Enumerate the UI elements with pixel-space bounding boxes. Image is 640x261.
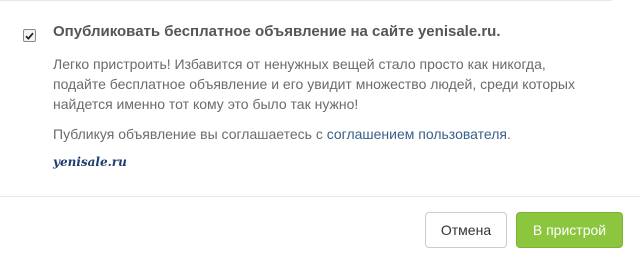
submit-button[interactable]: В пристрой	[516, 212, 623, 248]
publish-heading: Опубликовать бесплатное объявление на са…	[53, 23, 501, 40]
agreement-prefix: Публикуя объявление вы соглашаетесь с	[53, 126, 327, 142]
agreement-text: Публикуя объявление вы соглашаетесь с со…	[53, 124, 593, 144]
publish-checkbox[interactable]	[23, 29, 36, 42]
agreement-suffix: .	[506, 126, 511, 142]
footer-divider	[0, 196, 640, 197]
site-logo: yenisale.ru	[53, 155, 127, 169]
publish-option: Опубликовать бесплатное объявление на са…	[23, 20, 620, 169]
top-divider	[0, 0, 612, 1]
cancel-button[interactable]: Отмена	[425, 212, 507, 248]
publish-description: Легко пристроить! Избавится от ненужных …	[53, 56, 575, 112]
publish-option-content: Опубликовать бесплатное объявление на са…	[53, 20, 593, 169]
user-agreement-link[interactable]: соглашением пользователя	[327, 126, 507, 142]
checkmark-icon	[25, 32, 34, 40]
